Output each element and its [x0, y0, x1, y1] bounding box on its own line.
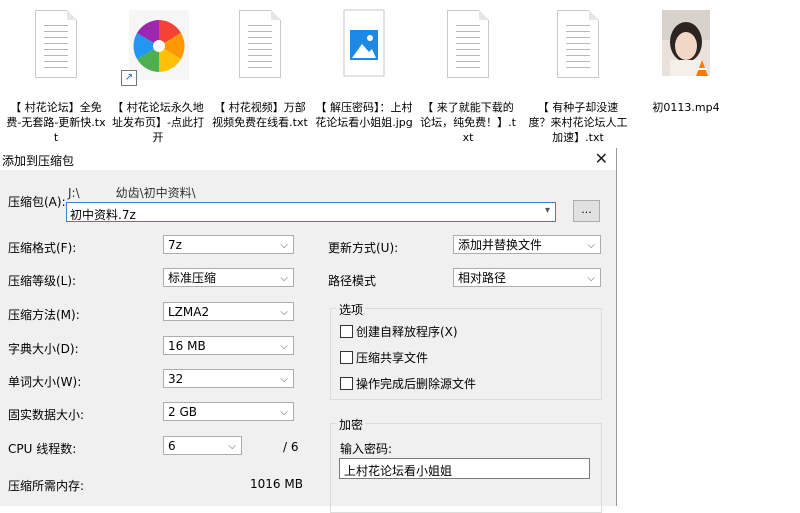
chevron-down-icon: ⌵ [587, 273, 595, 284]
word-size-label: 单词大小(W): [8, 375, 82, 389]
level-select[interactable]: 标准压缩 ⌵ [163, 268, 294, 287]
archive-label: 压缩包(A): [8, 195, 66, 209]
desktop-file-4[interactable]: 【 解压密码】：上村花论坛看小姐姐.jpg [314, 8, 414, 130]
desktop-file-3[interactable]: 【 村花视频】万部视频免费在线看.txt [210, 8, 310, 130]
method-label: 压缩方法(M): [8, 308, 80, 322]
file-name: 【 来了就能下载的论坛，纯免费！】.txt [420, 101, 516, 144]
password-label: 输入密码: [340, 442, 393, 456]
cpu-threads-max: / 6 [283, 440, 299, 454]
dict-size-select[interactable]: 16 MB ⌵ [163, 336, 294, 355]
update-mode-label: 更新方式(U): [328, 241, 399, 255]
shortcut-arrow-icon: ↗ [121, 70, 137, 86]
dialog-titlebar: 添加到压缩包 ✕ [0, 148, 616, 170]
chevron-down-icon: ⌵ [280, 307, 288, 318]
chevron-down-icon: ⌵ [280, 341, 288, 352]
archive-path: J:\ 幼齿\初中资料\ [68, 186, 196, 200]
level-label: 压缩等级(L): [8, 274, 77, 288]
checkbox-icon [340, 377, 353, 390]
archive-filename-field[interactable]: 初中资料.7z ▾ [66, 202, 556, 222]
dialog-title: 添加到压缩包 [2, 154, 75, 168]
checkbox-icon [340, 325, 353, 338]
word-size-select[interactable]: 32 ⌵ [163, 369, 294, 388]
text-file-icon [234, 8, 286, 82]
desktop-file-2[interactable]: ↗ 【 村花论坛永久地址发布页】-点此打开 [108, 8, 208, 145]
delete-after-checkbox[interactable]: 操作完成后删除源文件 [340, 375, 476, 392]
video-thumbnail-icon [660, 8, 712, 82]
solid-size-label: 固实数据大小: [8, 408, 85, 422]
browser-shortcut-icon: ↗ [121, 8, 191, 86]
shared-files-checkbox[interactable]: 压缩共享文件 [340, 349, 428, 366]
desktop-file-1[interactable]: 【 村花论坛】全免费-无套路-更新快.txt [6, 8, 106, 145]
file-name: 【 村花论坛】全免费-无套路-更新快.txt [6, 101, 106, 144]
format-select[interactable]: 7z ⌵ [163, 235, 294, 254]
browse-button[interactable]: ... [573, 200, 600, 222]
file-name: 【 解压密码】：上村花论坛看小姐姐.jpg [315, 101, 413, 129]
chevron-down-icon: ⌵ [280, 240, 288, 251]
chevron-down-icon: ⌵ [280, 374, 288, 385]
cpu-threads-select[interactable]: 6 ⌵ [163, 436, 242, 455]
text-file-icon [30, 8, 82, 82]
memory-value: 1016 MB [250, 477, 303, 491]
options-title: 选项 [337, 301, 366, 318]
file-name: 【 村花视频】万部视频免费在线看.txt [212, 101, 308, 129]
text-file-icon [552, 8, 604, 82]
desktop-file-6[interactable]: 【 有种子却没速度？来村花论坛人工加速】.txt [528, 8, 628, 145]
sfx-checkbox[interactable]: 创建自释放程序(X) [340, 323, 458, 340]
path-mode-select[interactable]: 相对路径 ⌵ [453, 268, 601, 287]
chevron-down-icon: ▾ [544, 205, 550, 216]
path-mode-label: 路径模式 [328, 274, 377, 288]
chevron-down-icon: ⌵ [280, 273, 288, 284]
method-select[interactable]: LZMA2 ⌵ [163, 302, 294, 321]
chevron-down-icon: ⌵ [280, 407, 288, 418]
desktop-file-7[interactable]: 初0113.mp4 [636, 8, 736, 115]
image-file-icon [338, 8, 390, 82]
desktop-file-5[interactable]: 【 来了就能下载的论坛，纯免费！】.txt [418, 8, 518, 145]
memory-label: 压缩所需内存: [8, 479, 85, 493]
format-label: 压缩格式(F): [8, 241, 77, 255]
chevron-down-icon: ⌵ [228, 441, 236, 452]
cpu-threads-label: CPU 线程数: [8, 442, 77, 456]
chevron-down-icon: ⌵ [587, 240, 595, 251]
add-to-archive-dialog: 添加到压缩包 ✕ 压缩包(A): J:\ 幼齿\初中资料\ 初中资料.7z ▾ … [0, 148, 617, 513]
file-name: 初0113.mp4 [652, 101, 720, 114]
checkbox-icon [340, 351, 353, 364]
file-name: 【 村花论坛永久地址发布页】-点此打开 [112, 101, 204, 144]
close-icon[interactable]: ✕ [595, 149, 608, 168]
text-file-icon [442, 8, 494, 82]
update-mode-select[interactable]: 添加并替换文件 ⌵ [453, 235, 601, 254]
solid-size-select[interactable]: 2 GB ⌵ [163, 402, 294, 421]
password-input[interactable]: 上村花论坛看小姐姐 [339, 458, 590, 479]
file-name: 【 有种子却没速度？来村花论坛人工加速】.txt [528, 101, 628, 144]
encryption-title: 加密 [337, 416, 366, 433]
dict-size-label: 字典大小(D): [8, 342, 79, 356]
